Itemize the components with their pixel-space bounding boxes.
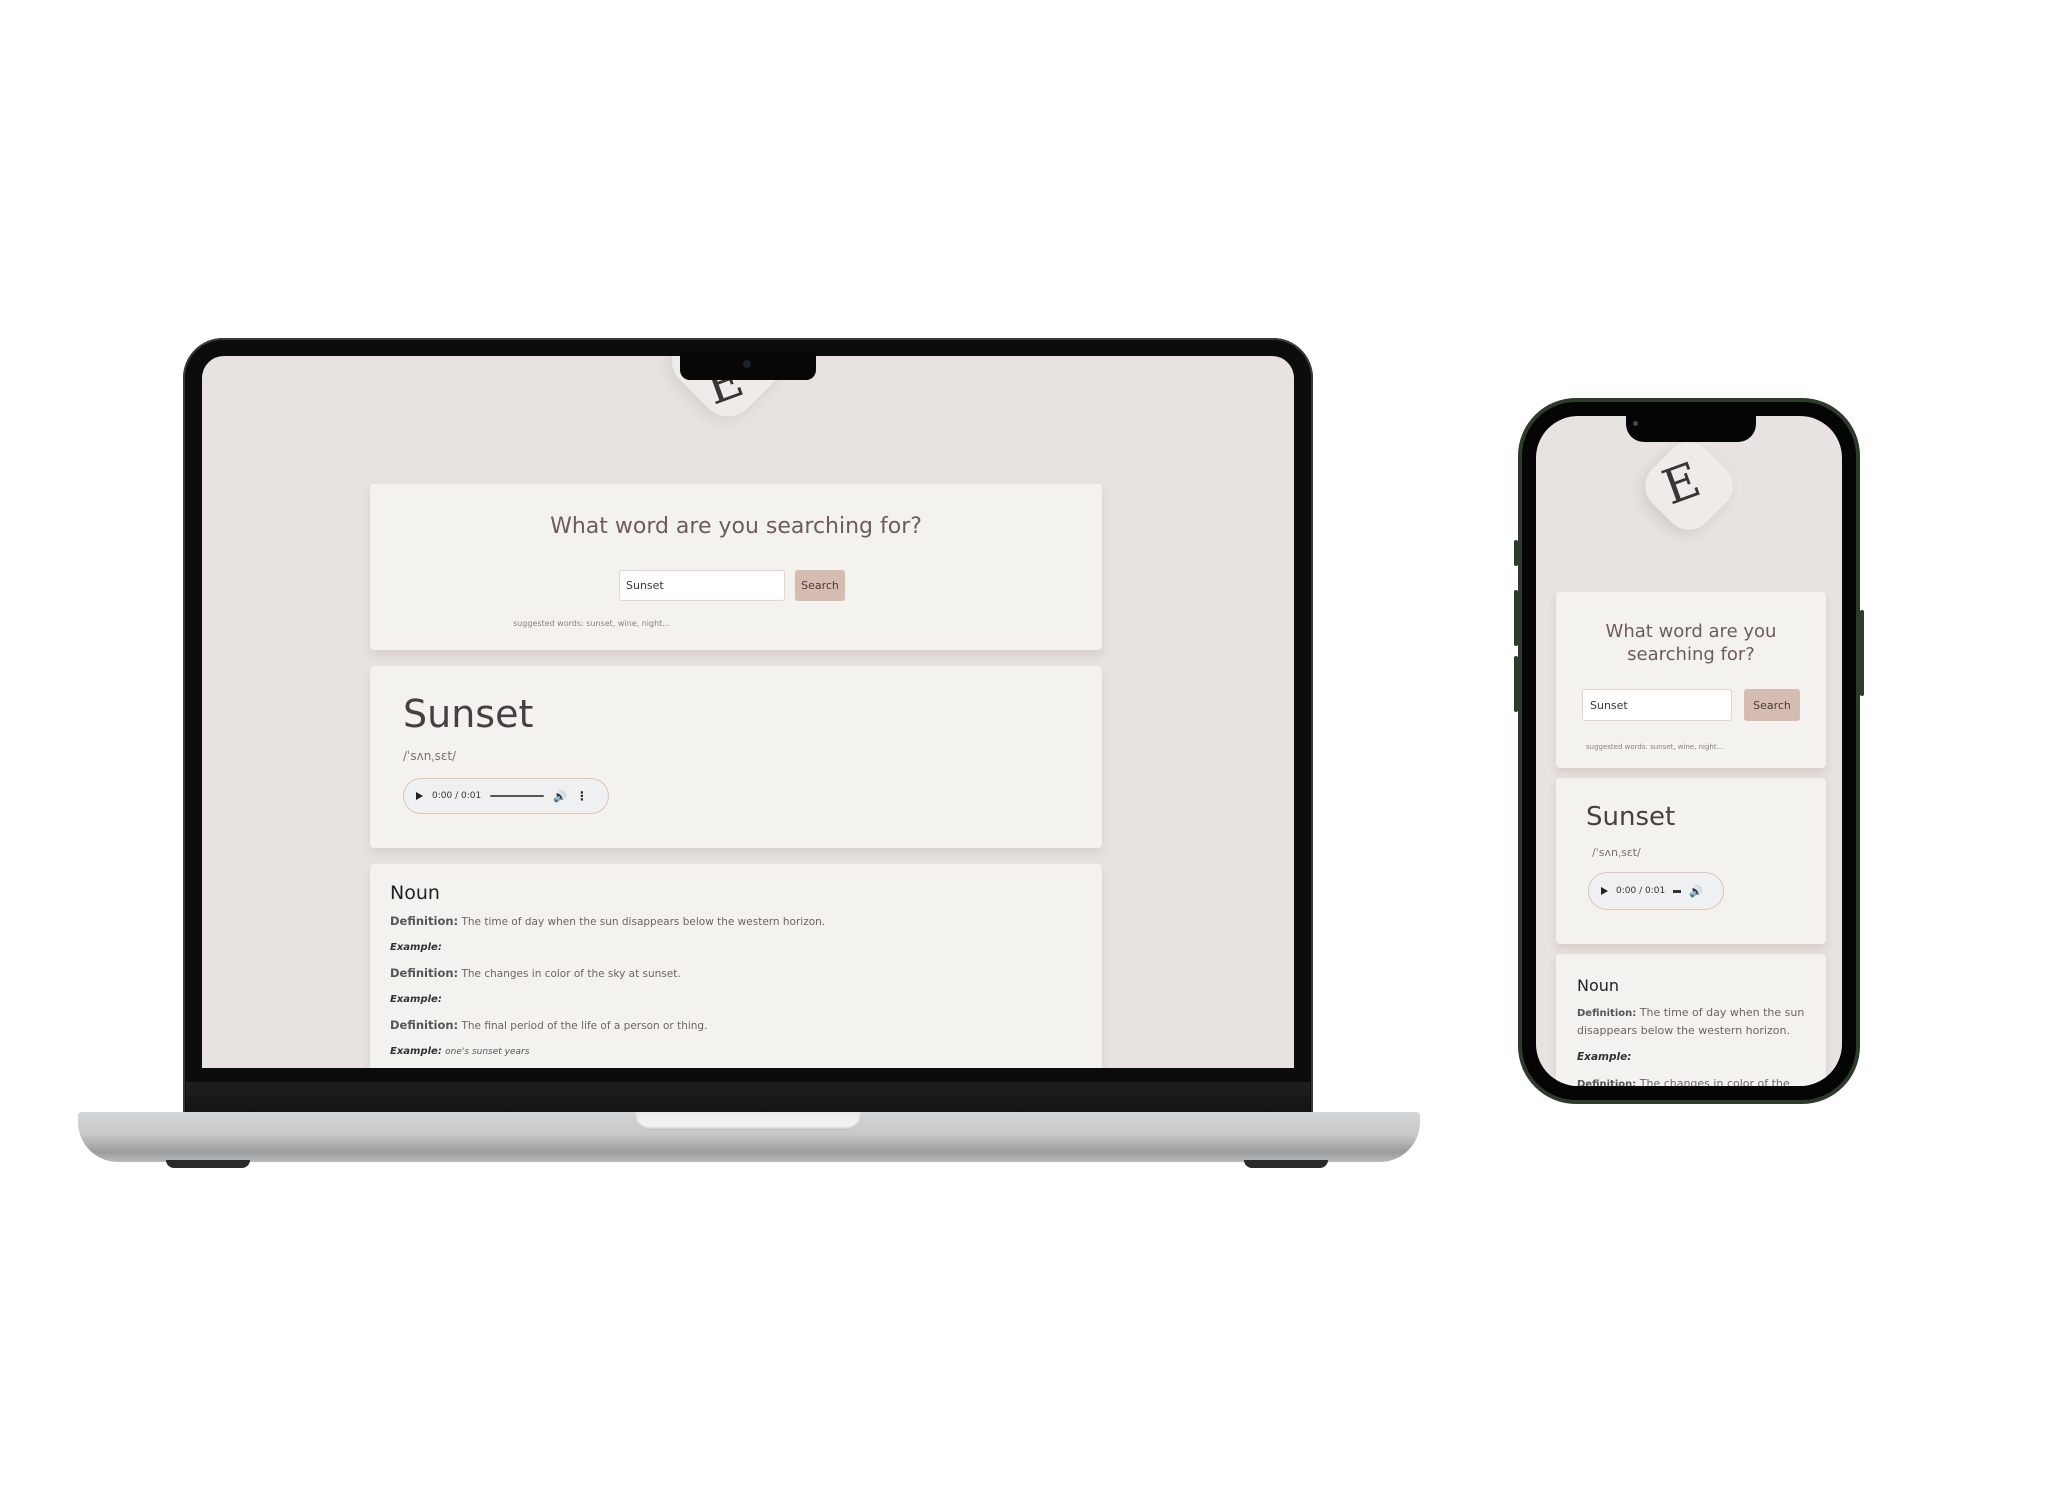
search-input[interactable] [619,570,785,601]
word-card: Sunset /ˈsʌnˌsɛt/ 0:00 / 0:01 🔊 ⋮ [370,666,1102,848]
example-item: Example: [390,942,442,953]
laptop-opening-groove [635,1112,861,1130]
camera-icon [1633,421,1638,426]
phone-power-button [1860,610,1864,696]
search-prompt: What word are you searching for? [550,514,922,539]
volume-icon[interactable]: 🔊 [1689,885,1703,898]
phone-notch [1626,414,1756,442]
word-title: Sunset [1586,802,1676,832]
laptop-foot [166,1160,250,1168]
audio-player[interactable]: 0:00 / 0:01 🔊 ⋮ [403,778,609,814]
example-item: Example: [390,994,442,1005]
meanings-card: Noun Definition: The time of day when th… [370,864,1102,1068]
definitions-list: Definition: The time of day when the sun… [390,914,1082,1068]
word-title: Sunset [403,692,534,736]
part-of-speech: Noun [1577,976,1620,995]
suggested-words: suggested words: sunset, wine, night... [1586,743,1724,751]
phone-screen: E What word are you searching for? Searc… [1536,416,1842,1086]
audio-progress-slider[interactable] [1673,889,1682,893]
part-of-speech: Noun [390,882,440,904]
definition-item: Definition: The changes in color of the … [390,966,681,980]
search-button[interactable]: Search [795,570,845,601]
example-item: Example: [1577,1051,1632,1063]
search-button[interactable]: Search [1744,689,1800,721]
audio-time: 0:00 / 0:01 [1616,886,1666,896]
play-icon[interactable] [416,792,423,800]
audio-player[interactable]: 0:00 / 0:01 🔊 [1588,872,1724,910]
laptop-screen: E What word are you searching for? Searc… [202,356,1294,1068]
phonetic: /ˈsʌnˌsɛt/ [403,749,457,763]
volume-icon[interactable]: 🔊 [553,790,567,803]
laptop-hinge [186,1082,1310,1112]
definition-item: Definition: The time of day when the sun… [390,914,826,928]
more-vert-icon[interactable]: ⋮ [576,789,588,803]
suggested-words: suggested words: sunset, wine, night... [513,619,670,628]
search-input[interactable] [1582,689,1732,721]
search-card: What word are you searching for? Search … [1556,592,1826,768]
definitions-list: Definition: The time of day when the sun… [1577,1004,1808,1086]
phonetic: /ˈsʌnˌsɛt/ [1592,846,1641,859]
meanings-card: Noun Definition: The time of day when th… [1556,954,1826,1086]
search-prompt: What word are you searching for? [1605,621,1777,665]
search-card: What word are you searching for? Search … [370,484,1102,650]
example-item: Example: one's sunset years [390,1046,530,1057]
audio-time: 0:00 / 0:01 [432,791,482,801]
audio-progress-slider[interactable] [490,795,545,797]
definition-item: Definition: The final period of the life… [390,1018,708,1032]
definition-item: Definition: The changes in color of the [1577,1077,1790,1086]
definition-item: Definition: The time of day when the sun… [1577,1006,1805,1037]
word-card: Sunset /ˈsʌnˌsɛt/ 0:00 / 0:01 🔊 [1556,778,1826,944]
play-icon[interactable] [1601,887,1608,895]
laptop-foot [1244,1160,1328,1168]
camera-icon [743,360,751,368]
